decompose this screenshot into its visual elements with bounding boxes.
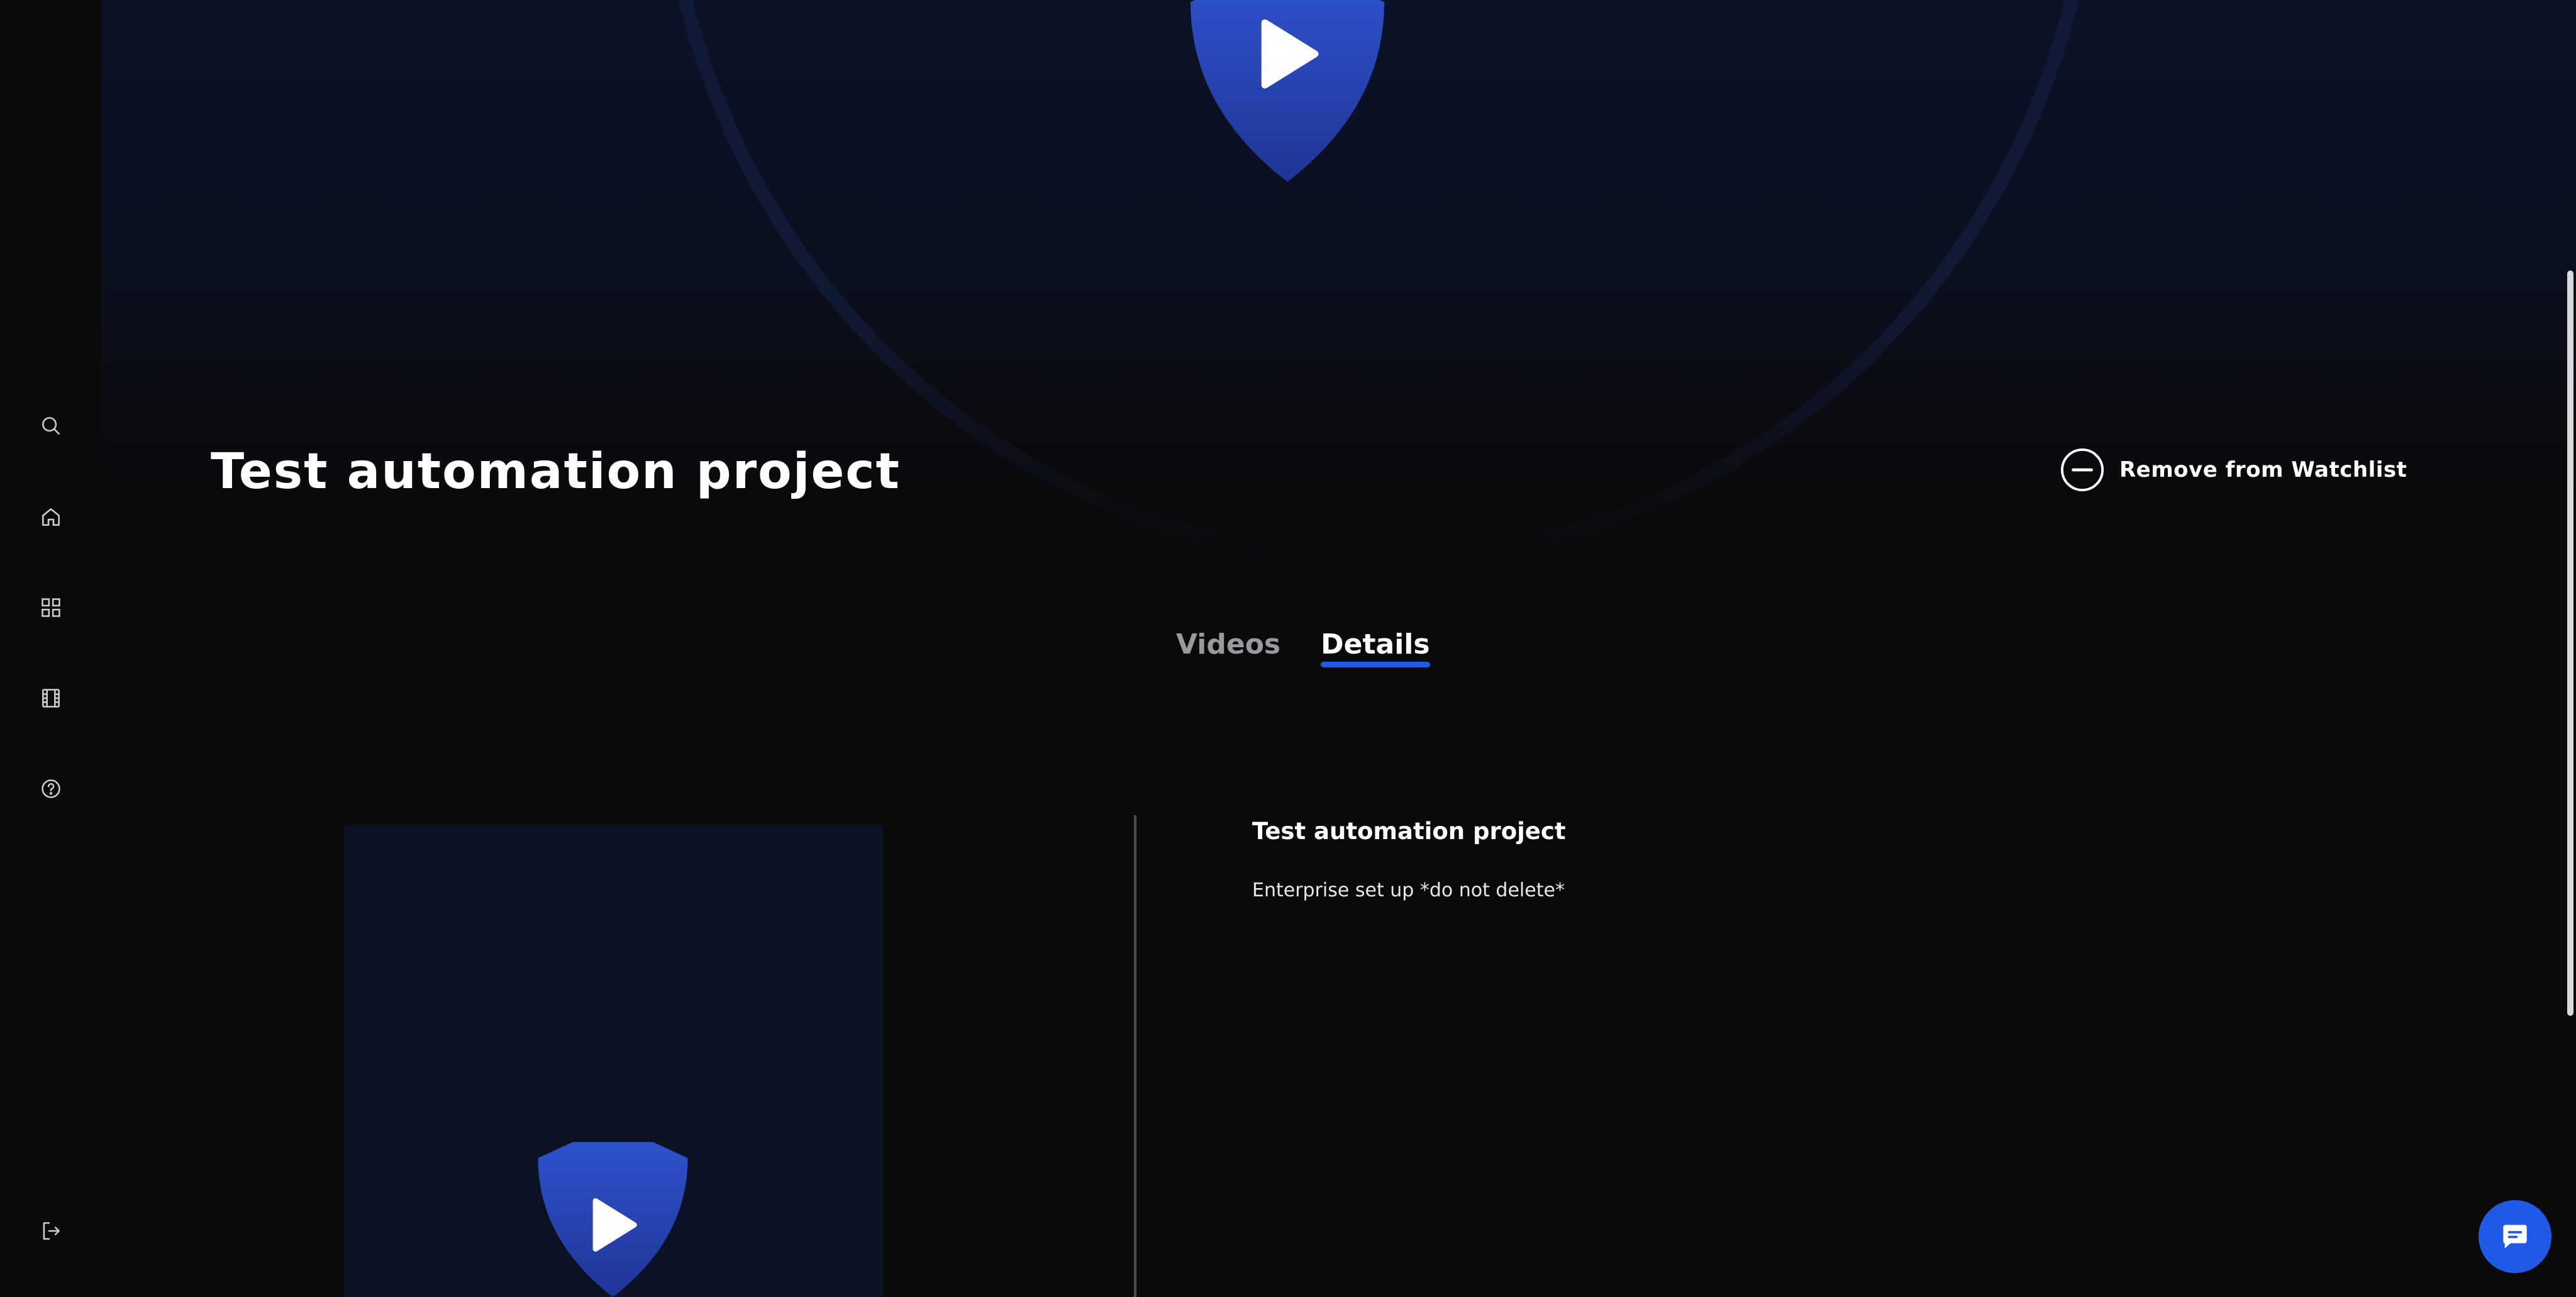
minus-circle-icon [2060,448,2104,492]
page-scrollbar[interactable] [2567,270,2573,1016]
shield-play-logo [1191,0,1384,182]
grid-icon [42,598,60,617]
tab-bar: Videos Details [1176,623,1430,667]
sidebar-item-videos[interactable] [35,682,67,715]
project-thumbnail [344,825,884,1297]
details-description: Enterprise set up *do not delete* [1252,879,1565,901]
watchlist-button-label: Remove from Watchlist [2119,457,2407,482]
sidebar-item-logout[interactable] [35,1215,67,1247]
active-tab-indicator [1321,662,1430,667]
sidebar-item-home[interactable] [35,501,67,533]
page-title: Test automation project [211,443,901,500]
page: Test automation project Remove from Watc… [0,0,2576,1297]
sidebar-item-help[interactable] [35,772,67,805]
details-title: Test automation project [1252,818,1566,845]
logout-icon [43,1222,60,1240]
shield-play-logo [538,1142,688,1297]
sidebar [0,0,102,1297]
chat-icon [2503,1225,2527,1249]
chat-button[interactable] [2479,1200,2551,1273]
help-icon [42,779,60,798]
details-divider [1134,815,1136,1297]
tab-label: Details [1321,628,1430,660]
tab-details[interactable]: Details [1321,623,1430,667]
remove-from-watchlist-button[interactable]: Remove from Watchlist [2060,445,2407,495]
sidebar-item-search[interactable] [35,409,67,442]
sidebar-item-browse[interactable] [35,591,67,624]
search-icon [42,417,60,435]
home-icon [42,508,60,526]
film-icon [42,689,60,708]
tab-label: Videos [1176,628,1281,660]
tab-videos[interactable]: Videos [1176,623,1280,667]
